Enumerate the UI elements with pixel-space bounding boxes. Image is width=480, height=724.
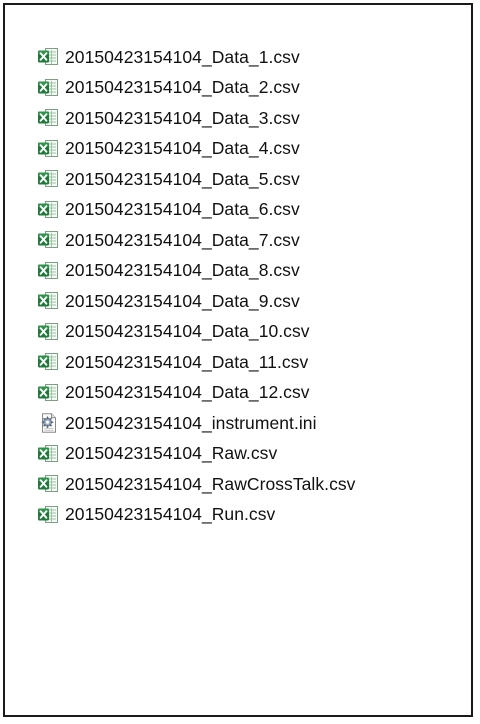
file-item[interactable]: 20150423154104_Data_3.csv <box>37 103 355 134</box>
file-name: 20150423154104_Data_4.csv <box>65 138 300 159</box>
file-name: 20150423154104_Raw.csv <box>65 443 278 464</box>
csv-excel-file-icon <box>38 109 58 127</box>
file-item[interactable]: 20150423154104_Data_11.csv <box>37 347 355 378</box>
file-list: 20150423154104_Data_1.csv 20150423154104… <box>37 42 355 530</box>
file-name: 20150423154104_Data_11.csv <box>65 351 309 372</box>
file-name: 20150423154104_RawCrossTalk.csv <box>65 473 356 494</box>
file-item[interactable]: 20150423154104_Run.csv <box>37 500 355 531</box>
file-list-panel: 20150423154104_Data_1.csv 20150423154104… <box>3 3 473 717</box>
file-name: 20150423154104_Data_2.csv <box>65 77 300 98</box>
file-name: 20150423154104_Data_5.csv <box>65 168 300 189</box>
csv-excel-file-icon <box>38 292 58 310</box>
csv-excel-file-icon <box>38 231 58 249</box>
file-name: 20150423154104_Run.csv <box>65 504 276 525</box>
file-item[interactable]: 20150423154104_Data_12.csv <box>37 378 355 409</box>
file-item[interactable]: 20150423154104_Data_2.csv <box>37 73 355 104</box>
file-name: 20150423154104_Data_6.csv <box>65 199 300 220</box>
csv-excel-file-icon <box>38 48 58 66</box>
csv-excel-file-icon <box>38 200 58 218</box>
file-name: 20150423154104_Data_10.csv <box>65 321 310 342</box>
csv-excel-file-icon <box>38 475 58 493</box>
file-item[interactable]: 20150423154104_Data_5.csv <box>37 164 355 195</box>
csv-excel-file-icon <box>38 139 58 157</box>
file-item[interactable]: 20150423154104_Raw.csv <box>37 439 355 470</box>
file-item[interactable]: 20150423154104_Data_8.csv <box>37 256 355 287</box>
file-name: 20150423154104_Data_1.csv <box>65 46 300 67</box>
file-item[interactable]: 20150423154104_instrument.ini <box>37 408 355 439</box>
file-name: 20150423154104_Data_7.csv <box>65 229 300 250</box>
csv-excel-file-icon <box>38 444 58 462</box>
file-item[interactable]: 20150423154104_Data_1.csv <box>37 42 355 73</box>
csv-excel-file-icon <box>38 261 58 279</box>
csv-excel-file-icon <box>38 383 58 401</box>
file-item[interactable]: 20150423154104_Data_6.csv <box>37 195 355 226</box>
csv-excel-file-icon <box>38 322 58 340</box>
file-name: 20150423154104_Data_12.csv <box>65 382 310 403</box>
file-item[interactable]: 20150423154104_RawCrossTalk.csv <box>37 469 355 500</box>
csv-excel-file-icon <box>38 505 58 523</box>
csv-excel-file-icon <box>38 78 58 96</box>
file-name: 20150423154104_Data_9.csv <box>65 290 300 311</box>
file-item[interactable]: 20150423154104_Data_10.csv <box>37 317 355 348</box>
file-name: 20150423154104_instrument.ini <box>65 412 317 433</box>
file-item[interactable]: 20150423154104_Data_9.csv <box>37 286 355 317</box>
ini-settings-file-icon <box>41 413 56 433</box>
csv-excel-file-icon <box>38 353 58 371</box>
file-name: 20150423154104_Data_8.csv <box>65 260 300 281</box>
csv-excel-file-icon <box>38 170 58 188</box>
file-item[interactable]: 20150423154104_Data_4.csv <box>37 134 355 165</box>
file-name: 20150423154104_Data_3.csv <box>65 107 300 128</box>
file-item[interactable]: 20150423154104_Data_7.csv <box>37 225 355 256</box>
